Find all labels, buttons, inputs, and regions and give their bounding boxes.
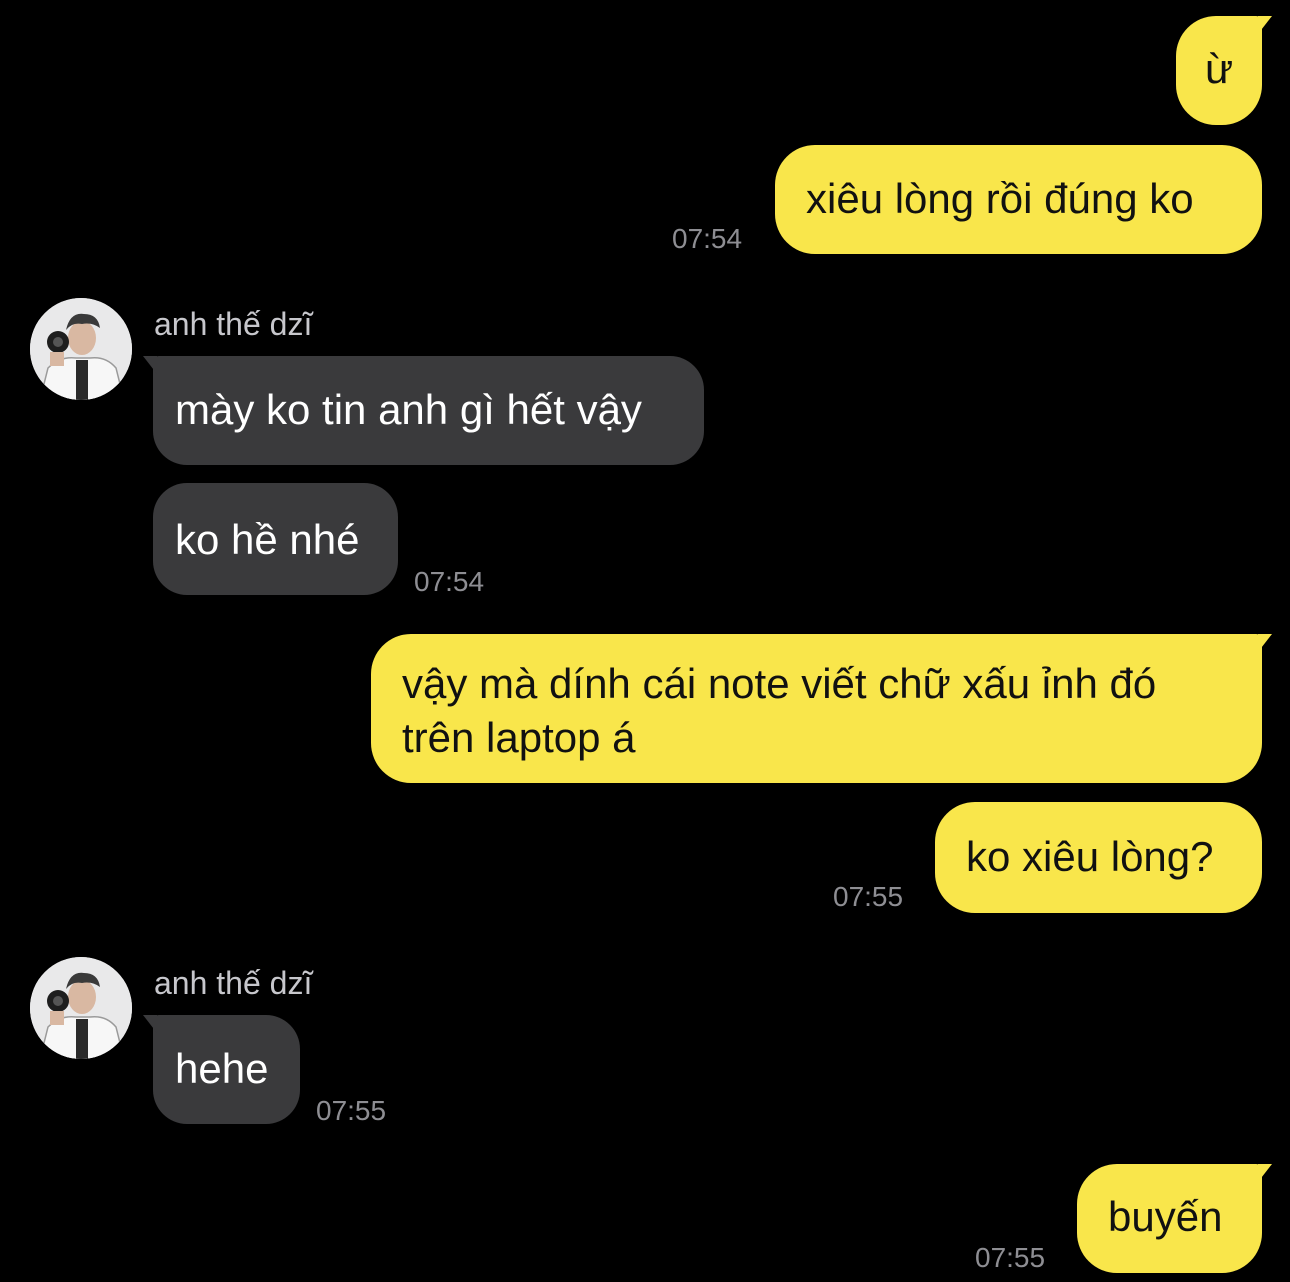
message-text: hehe	[175, 1045, 269, 1092]
message-text: buyến	[1108, 1193, 1223, 1240]
incoming-message-bubble[interactable]: mày ko tin anh gì hết vậy	[143, 356, 704, 465]
contact-avatar[interactable]	[30, 957, 132, 1059]
message-timestamp: 07:54	[414, 566, 485, 597]
outgoing-message-bubble[interactable]: ừ	[1176, 16, 1272, 125]
outgoing-message-bubble[interactable]: ko xiêu lòng?	[935, 802, 1262, 913]
message-timestamp: 07:54	[672, 223, 743, 254]
message-text-line: vậy mà dính cái note viết chữ xấu ỉnh đó	[402, 660, 1157, 707]
message-timestamp: 07:55	[316, 1095, 387, 1126]
outgoing-message-bubble[interactable]: buyến	[1077, 1164, 1272, 1273]
sender-name: anh thế dzĩ	[154, 965, 313, 1001]
avatar-photo-icon	[30, 957, 132, 1059]
avatar-photo-icon	[30, 298, 132, 400]
incoming-message-bubble[interactable]: hehe	[143, 1015, 300, 1124]
sender-name: anh thế dzĩ	[154, 306, 313, 342]
message-text: ko xiêu lòng?	[966, 833, 1214, 880]
message-text-line: trên laptop á	[402, 714, 636, 761]
message-text: ừ	[1204, 45, 1234, 92]
contact-avatar[interactable]	[30, 298, 132, 400]
message-timestamp: 07:55	[975, 1242, 1046, 1273]
message-timestamp: 07:55	[833, 881, 904, 912]
outgoing-message-bubble[interactable]: xiêu lòng rồi đúng ko	[775, 145, 1262, 254]
incoming-message-bubble[interactable]: ko hề nhé	[153, 483, 398, 595]
outgoing-message-bubble[interactable]: vậy mà dính cái note viết chữ xấu ỉnh đó…	[371, 634, 1272, 783]
message-text: mày ko tin anh gì hết vậy	[175, 386, 642, 433]
message-text: xiêu lòng rồi đúng ko	[806, 175, 1194, 222]
message-text: ko hề nhé	[175, 516, 360, 563]
